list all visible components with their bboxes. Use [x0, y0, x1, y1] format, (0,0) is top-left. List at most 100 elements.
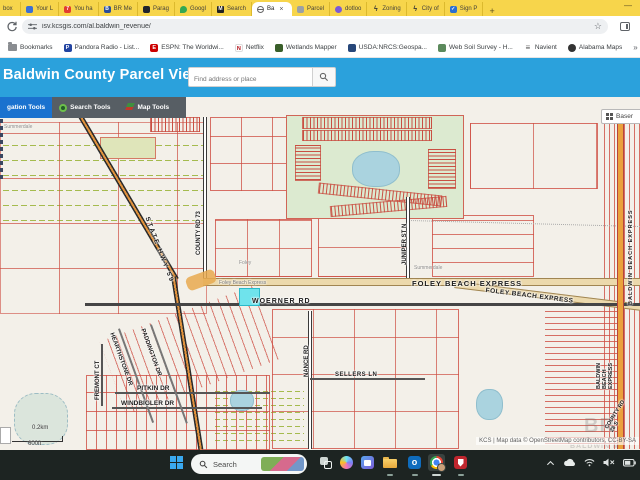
tab[interactable]: ϟZoning [367, 2, 406, 16]
taskbar: Search o [0, 450, 640, 480]
tab-label: Your L [36, 6, 53, 12]
site-info-icon[interactable] [28, 18, 37, 36]
tab[interactable]: ϟCity of [407, 2, 445, 16]
road-label: WOERNER RD [252, 298, 311, 305]
road-label: BALDWIN BEACH EXPRESS [628, 209, 634, 305]
shield-icon [454, 456, 467, 469]
tab[interactable]: Parcel [292, 2, 330, 16]
tab-active[interactable]: Ba × [252, 2, 292, 16]
taskbar-search[interactable]: Search [191, 454, 307, 474]
tab[interactable]: BBR Me [99, 2, 138, 16]
file-explorer-button[interactable] [381, 454, 398, 471]
bookmark-wetlands[interactable]: Wetlands Mapper [275, 44, 337, 52]
page-title: Baldwin County Parcel Viewer [3, 67, 216, 83]
maps-pin-icon [180, 6, 187, 13]
folder-icon [383, 457, 397, 468]
bookmark-label: USDA:NRCS:Geospa... [359, 44, 427, 51]
tab-label: You ha [74, 6, 92, 12]
building-rows [150, 117, 200, 132]
wifi-icon[interactable] [584, 458, 595, 467]
navigation-tools-button[interactable]: gation Tools [0, 97, 52, 118]
tab-favicon [26, 6, 33, 13]
bookmark-label: Web Soil Survey - H... [449, 44, 513, 51]
refresh-icon[interactable] [6, 20, 18, 38]
onedrive-cloud-icon[interactable] [563, 458, 576, 467]
road-label: JUNIPER ST N [402, 224, 408, 265]
road-label: COUNTY RD 73 [196, 211, 202, 255]
menu-lines-icon: ≡ [524, 44, 532, 52]
search-highlight-image [261, 457, 304, 471]
tab[interactable]: ✓Sign P [445, 2, 484, 16]
battery-icon[interactable] [623, 459, 636, 467]
road-label: Foley Beach Express [219, 280, 266, 286]
road-woerner-rd [85, 303, 640, 306]
running-indicator [458, 474, 464, 476]
tab[interactable]: Parag [138, 2, 175, 16]
volume-muted-icon[interactable] [603, 458, 615, 467]
running-indicator [412, 474, 418, 476]
bookmark-bookmarks-folder[interactable]: Bookmarks [8, 44, 53, 51]
tab[interactable]: MSearch [212, 2, 252, 16]
map-attribution: KCS | Map data © OpenStreetMap contribut… [476, 437, 639, 445]
tab-favicon: 7 [64, 6, 71, 13]
bookmark-label: Bookmarks [20, 44, 53, 51]
find-address-box[interactable] [188, 67, 313, 87]
road-label: FREMONT CT [95, 361, 101, 400]
profile-avatar [437, 463, 446, 472]
search-tools-button[interactable]: Search Tools [52, 97, 117, 118]
parcel-grid [215, 219, 312, 277]
map-canvas[interactable]: STATE HWY 59 COUNTY RD 73 Foley Beach Ex… [0, 97, 640, 450]
tab-partial[interactable]: box [0, 2, 21, 16]
search-icon [319, 72, 329, 82]
tab-label: Search [227, 6, 246, 12]
running-indicator-active [432, 474, 441, 476]
bookmark-label: Navient [535, 44, 557, 51]
store-button[interactable] [359, 454, 376, 471]
parcel-grid [318, 217, 410, 277]
side-panel-icon[interactable] [620, 22, 630, 31]
bookmark-navient[interactable]: ≡Navient [524, 44, 557, 52]
building-rows [295, 145, 321, 181]
tool-label: gation Tools [7, 104, 45, 111]
url-text[interactable]: isv.kcsgis.com/al.baldwin_revenue/ [42, 23, 589, 30]
window-minimize-button[interactable]: — [624, 1, 632, 10]
bookmark-star-icon[interactable]: ☆ [594, 22, 602, 31]
globe-icon [568, 44, 576, 52]
new-tab-button[interactable]: + [483, 6, 500, 16]
copilot-button[interactable] [338, 454, 355, 471]
search-button[interactable] [313, 67, 336, 87]
tray-chevron-icon[interactable] [546, 459, 555, 467]
map-tools-button[interactable]: Map Tools [118, 97, 177, 118]
start-button[interactable] [168, 454, 185, 471]
cutoff-map-control[interactable] [0, 427, 11, 444]
bookmark-usda[interactable]: USDA:NRCS:Geospa... [348, 44, 427, 52]
tab-favicon [143, 6, 150, 13]
antivirus-button[interactable] [452, 454, 469, 471]
road-label: WINDBIGLER DR [121, 400, 174, 407]
scale-ft: 600ft [28, 441, 41, 447]
bookmark-pandora[interactable]: PPandora Radio - List... [64, 44, 140, 52]
task-view-button[interactable] [317, 454, 334, 471]
tab-label: box [3, 6, 13, 12]
tab[interactable]: Googl [175, 2, 212, 16]
road-label: SELLERS LN [335, 372, 377, 378]
khaki-patch [100, 137, 156, 159]
bookmark-websoil[interactable]: Web Soil Survey - H... [438, 44, 513, 52]
tab[interactable]: Your L [21, 2, 59, 16]
bookmark-alabama-maps[interactable]: Alabama Maps [568, 44, 622, 52]
wetlands-icon [275, 44, 283, 52]
bookmarks-overflow-chevron[interactable]: » [633, 43, 637, 52]
basemap-button[interactable]: Baser [601, 109, 640, 124]
find-address-input[interactable] [189, 71, 322, 89]
chrome-button[interactable] [428, 454, 445, 471]
road-fremont-ct [101, 344, 103, 406]
browser-toolbar: isv.kcsgis.com/al.baldwin_revenue/ ☆ [0, 16, 640, 39]
road-county-rd-73 [203, 117, 207, 282]
tab[interactable]: 7You ha [59, 2, 98, 16]
bookmark-espn[interactable]: EESPN: The Worldwi... [150, 44, 224, 52]
address-bar[interactable]: isv.kcsgis.com/al.baldwin_revenue/ ☆ [22, 19, 608, 34]
bookmark-netflix[interactable]: NNetflix [235, 44, 264, 52]
tab[interactable]: dotloo [330, 2, 367, 16]
outlook-button[interactable]: o [406, 454, 423, 471]
tab-close-icon[interactable]: × [279, 6, 283, 13]
